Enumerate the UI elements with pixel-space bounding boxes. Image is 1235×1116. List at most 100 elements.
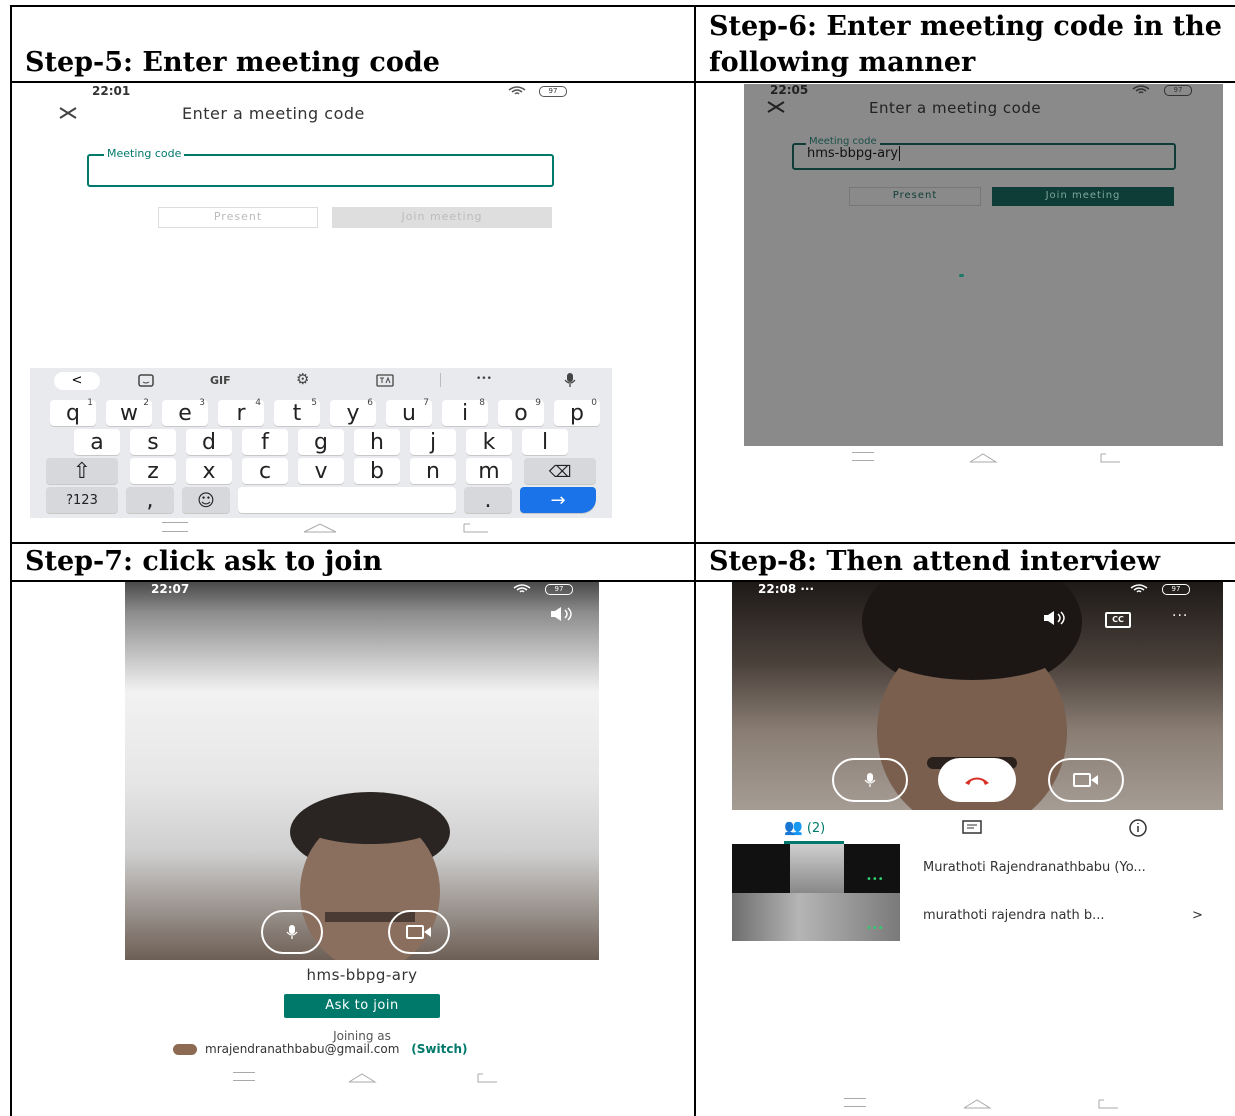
participant-chevron-icon[interactable]: > <box>1192 908 1203 923</box>
key-h[interactable]: h <box>354 429 400 455</box>
participant-thumbnail-video <box>790 844 844 893</box>
participant-name-1: Murathoti Rajendranathbabu (Yo... <box>923 860 1146 875</box>
home-nav-icon[interactable] <box>347 1072 377 1084</box>
android-nav-bar <box>744 448 1224 470</box>
captions-icon[interactable]: CC <box>1105 612 1131 628</box>
enter-key[interactable]: → <box>520 487 596 513</box>
key-m[interactable]: m <box>466 458 512 484</box>
key-p[interactable]: p0 <box>554 398 600 426</box>
comma-key[interactable]: , <box>126 487 174 513</box>
key-n[interactable]: n <box>410 458 456 484</box>
emoji-key[interactable]: ☺ <box>182 487 230 513</box>
microphone-toggle[interactable] <box>832 758 908 802</box>
key-number-hint: 1 <box>87 398 93 408</box>
home-nav-icon[interactable] <box>968 452 998 464</box>
period-key[interactable]: . <box>464 487 512 513</box>
wifi-icon <box>513 584 531 593</box>
key-letter: v <box>314 459 328 484</box>
menu-nav-icon[interactable] <box>852 452 874 461</box>
shift-key[interactable]: ⇧ <box>46 458 118 484</box>
key-c[interactable]: c <box>242 458 288 484</box>
video-camera-icon <box>406 925 431 939</box>
key-f[interactable]: f <box>242 429 288 455</box>
numbers-key[interactable]: ?123 <box>46 487 118 513</box>
key-v[interactable]: v <box>298 458 344 484</box>
key-j[interactable]: j <box>410 429 456 455</box>
meeting-code-label: Meeting code <box>104 147 185 160</box>
participant-thumbnail-2: ••• <box>732 893 900 941</box>
info-icon[interactable] <box>1128 818 1148 838</box>
status-time: 22:07 <box>151 582 190 596</box>
key-d[interactable]: d <box>186 429 232 455</box>
key-number-hint: 7 <box>423 398 429 408</box>
key-q[interactable]: q1 <box>50 398 96 426</box>
key-w[interactable]: w2 <box>106 398 152 426</box>
menu-nav-icon[interactable] <box>233 1072 255 1081</box>
menu-nav-icon[interactable] <box>162 522 188 532</box>
more-options-icon[interactable]: ··· <box>1172 608 1188 624</box>
status-time: 22:01 <box>92 84 131 98</box>
wifi-icon <box>1130 584 1148 593</box>
back-nav-icon[interactable] <box>1096 1098 1120 1110</box>
key-t[interactable]: t5 <box>274 398 320 426</box>
close-icon[interactable] <box>766 101 786 113</box>
settings-gear-icon[interactable]: ⚙ <box>296 370 309 388</box>
translate-icon[interactable] <box>376 374 394 387</box>
key-k[interactable]: k <box>466 429 512 455</box>
text-cursor <box>899 146 901 161</box>
key-letter: s <box>147 430 159 455</box>
home-nav-icon[interactable] <box>962 1098 992 1110</box>
spacebar-key[interactable] <box>238 487 456 513</box>
key-s[interactable]: s <box>130 429 176 455</box>
key-y[interactable]: y6 <box>330 398 376 426</box>
loading-spinner-icon <box>959 274 964 277</box>
key-z[interactable]: z <box>130 458 176 484</box>
back-nav-icon[interactable] <box>475 1072 499 1084</box>
wifi-icon <box>508 86 526 95</box>
key-g[interactable]: g <box>298 429 344 455</box>
key-a[interactable]: a <box>74 429 120 455</box>
key-letter: z <box>147 459 159 484</box>
key-letter: f <box>261 430 269 455</box>
key-e[interactable]: e3 <box>162 398 208 426</box>
close-icon[interactable] <box>58 106 78 120</box>
status-time: 22:05 <box>770 84 809 97</box>
camera-toggle[interactable] <box>1048 758 1124 802</box>
camera-toggle[interactable] <box>388 910 450 954</box>
key-i[interactable]: i8 <box>442 398 488 426</box>
backspace-key[interactable]: ⌫ <box>524 458 596 484</box>
switch-account-link[interactable]: (Switch) <box>411 1042 467 1056</box>
keyboard-back-key[interactable]: < <box>54 372 100 390</box>
android-nav-bar <box>732 1094 1223 1114</box>
back-nav-icon[interactable] <box>460 522 490 534</box>
chat-icon[interactable] <box>962 820 982 836</box>
participant-options-icon[interactable]: ••• <box>866 923 884 934</box>
table-border-top <box>10 5 1235 7</box>
key-l[interactable]: l <box>522 429 568 455</box>
tab-people[interactable]: 👥 (2) <box>784 818 848 838</box>
participant-options-icon[interactable]: ••• <box>866 874 884 885</box>
speaker-icon[interactable] <box>549 606 575 622</box>
speaker-icon[interactable] <box>1042 610 1068 626</box>
menu-nav-icon[interactable] <box>844 1098 866 1107</box>
key-letter: l <box>541 430 549 455</box>
gif-button[interactable]: GIF <box>210 374 231 387</box>
step6-heading-line1: Step-6: Enter meeting code in the <box>709 11 1222 42</box>
microphone-toggle[interactable] <box>261 910 323 954</box>
key-o[interactable]: o9 <box>498 398 544 426</box>
sticker-icon[interactable] <box>138 374 154 387</box>
key-b[interactable]: b <box>354 458 400 484</box>
home-nav-icon[interactable] <box>302 522 338 534</box>
ask-to-join-label: Ask to join <box>325 998 399 1013</box>
more-options-icon[interactable]: ••• <box>476 374 492 384</box>
microphone-icon[interactable] <box>563 372 577 388</box>
meeting-code-display: hms-bbpg-ary <box>306 966 418 984</box>
key-letter: q <box>66 401 80 426</box>
end-call-button[interactable] <box>938 758 1016 802</box>
key-u[interactable]: u7 <box>386 398 432 426</box>
key-number-hint: 9 <box>535 398 541 408</box>
key-x[interactable]: x <box>186 458 232 484</box>
back-nav-icon[interactable] <box>1098 452 1122 464</box>
key-r[interactable]: r4 <box>218 398 264 426</box>
page-title: Enter a meeting code <box>869 99 1042 117</box>
